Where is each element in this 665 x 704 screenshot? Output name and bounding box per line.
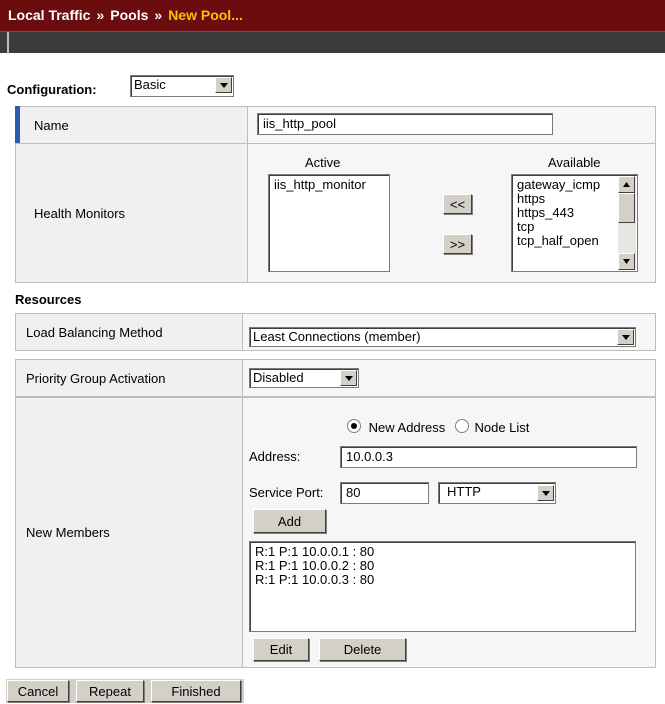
configuration-select[interactable]: Basic	[130, 75, 234, 97]
active-monitors-list[interactable]: iis_http_monitor	[268, 174, 390, 272]
breadcrumb-pools[interactable]: Pools	[110, 7, 148, 23]
scroll-down-icon[interactable]	[618, 253, 635, 270]
list-item[interactable]: iis_http_monitor	[274, 178, 384, 192]
chevron-down-icon[interactable]	[617, 329, 634, 345]
breadcrumb: Local Traffic » Pools » New Pool...	[0, 0, 665, 31]
lb-method-select[interactable]: Least Connections (member)	[249, 327, 636, 347]
menu-bar	[0, 31, 665, 54]
radio-new-address-label[interactable]: New Address	[369, 420, 446, 435]
chevron-down-icon[interactable]	[340, 370, 357, 386]
name-input[interactable]: iis_http_pool	[257, 113, 553, 135]
breadcrumb-separator: »	[96, 7, 105, 23]
active-header: Active	[305, 155, 341, 170]
service-value: HTTP	[447, 484, 481, 499]
menu-divider	[7, 32, 9, 54]
name-label: Name	[15, 106, 248, 144]
members-list[interactable]: R:1 P:1 10.0.0.1 : 80 R:1 P:1 10.0.0.2 :…	[249, 541, 636, 632]
service-select[interactable]: HTTP	[438, 482, 556, 504]
add-member-button[interactable]: Add	[253, 509, 326, 533]
radio-new-address[interactable]	[347, 419, 361, 433]
list-item[interactable]: R:1 P:1 10.0.0.1 : 80	[255, 545, 630, 559]
list-item[interactable]: tcp_half_open	[517, 234, 617, 248]
priority-select[interactable]: Disabled	[249, 368, 359, 388]
list-item[interactable]: R:1 P:1 10.0.0.2 : 80	[255, 559, 630, 573]
radio-node-list-label[interactable]: Node List	[474, 420, 529, 435]
available-header: Available	[548, 155, 601, 170]
finished-button[interactable]: Finished	[151, 680, 241, 702]
configuration-label: Configuration:	[7, 82, 97, 97]
configuration-value: Basic	[134, 77, 166, 92]
list-item[interactable]: R:1 P:1 10.0.0.3 : 80	[255, 573, 630, 587]
scrollbar[interactable]	[618, 176, 636, 270]
scroll-thumb[interactable]	[618, 193, 635, 223]
chevron-down-icon[interactable]	[537, 485, 554, 501]
radio-node-list[interactable]	[454, 419, 469, 433]
move-left-button[interactable]: <<	[443, 194, 472, 214]
list-item[interactable]: gateway_icmp	[517, 178, 617, 192]
priority-value: Disabled	[253, 370, 304, 385]
scroll-up-icon[interactable]	[618, 176, 635, 193]
breadcrumb-separator: »	[154, 7, 163, 23]
cancel-button[interactable]: Cancel	[7, 680, 69, 702]
list-item[interactable]: https_443	[517, 206, 617, 220]
delete-member-button[interactable]: Delete	[319, 638, 406, 661]
address-label: Address:	[249, 449, 301, 464]
priority-label: Priority Group Activation	[15, 359, 243, 397]
service-port-input[interactable]: 80	[340, 482, 429, 504]
new-members-label: New Members	[15, 397, 243, 668]
address-type-radios: New Address Node List	[347, 419, 529, 435]
resources-section-title: Resources	[15, 292, 82, 307]
lb-method-value: Least Connections (member)	[253, 329, 421, 344]
list-item[interactable]: tcp	[517, 220, 617, 234]
health-monitors-label: Health Monitors	[15, 143, 248, 283]
move-right-button[interactable]: >>	[443, 234, 472, 254]
breadcrumb-current: New Pool...	[168, 7, 243, 23]
service-port-label: Service Port:	[249, 485, 324, 500]
repeat-button[interactable]: Repeat	[76, 680, 144, 702]
edit-member-button[interactable]: Edit	[253, 638, 309, 661]
breadcrumb-local-traffic[interactable]: Local Traffic	[8, 7, 90, 23]
list-item[interactable]: https	[517, 192, 617, 206]
address-input[interactable]: 10.0.0.3	[340, 446, 637, 468]
chevron-down-icon[interactable]	[215, 77, 232, 93]
lb-method-label: Load Balancing Method	[15, 313, 243, 351]
required-indicator	[15, 106, 20, 144]
